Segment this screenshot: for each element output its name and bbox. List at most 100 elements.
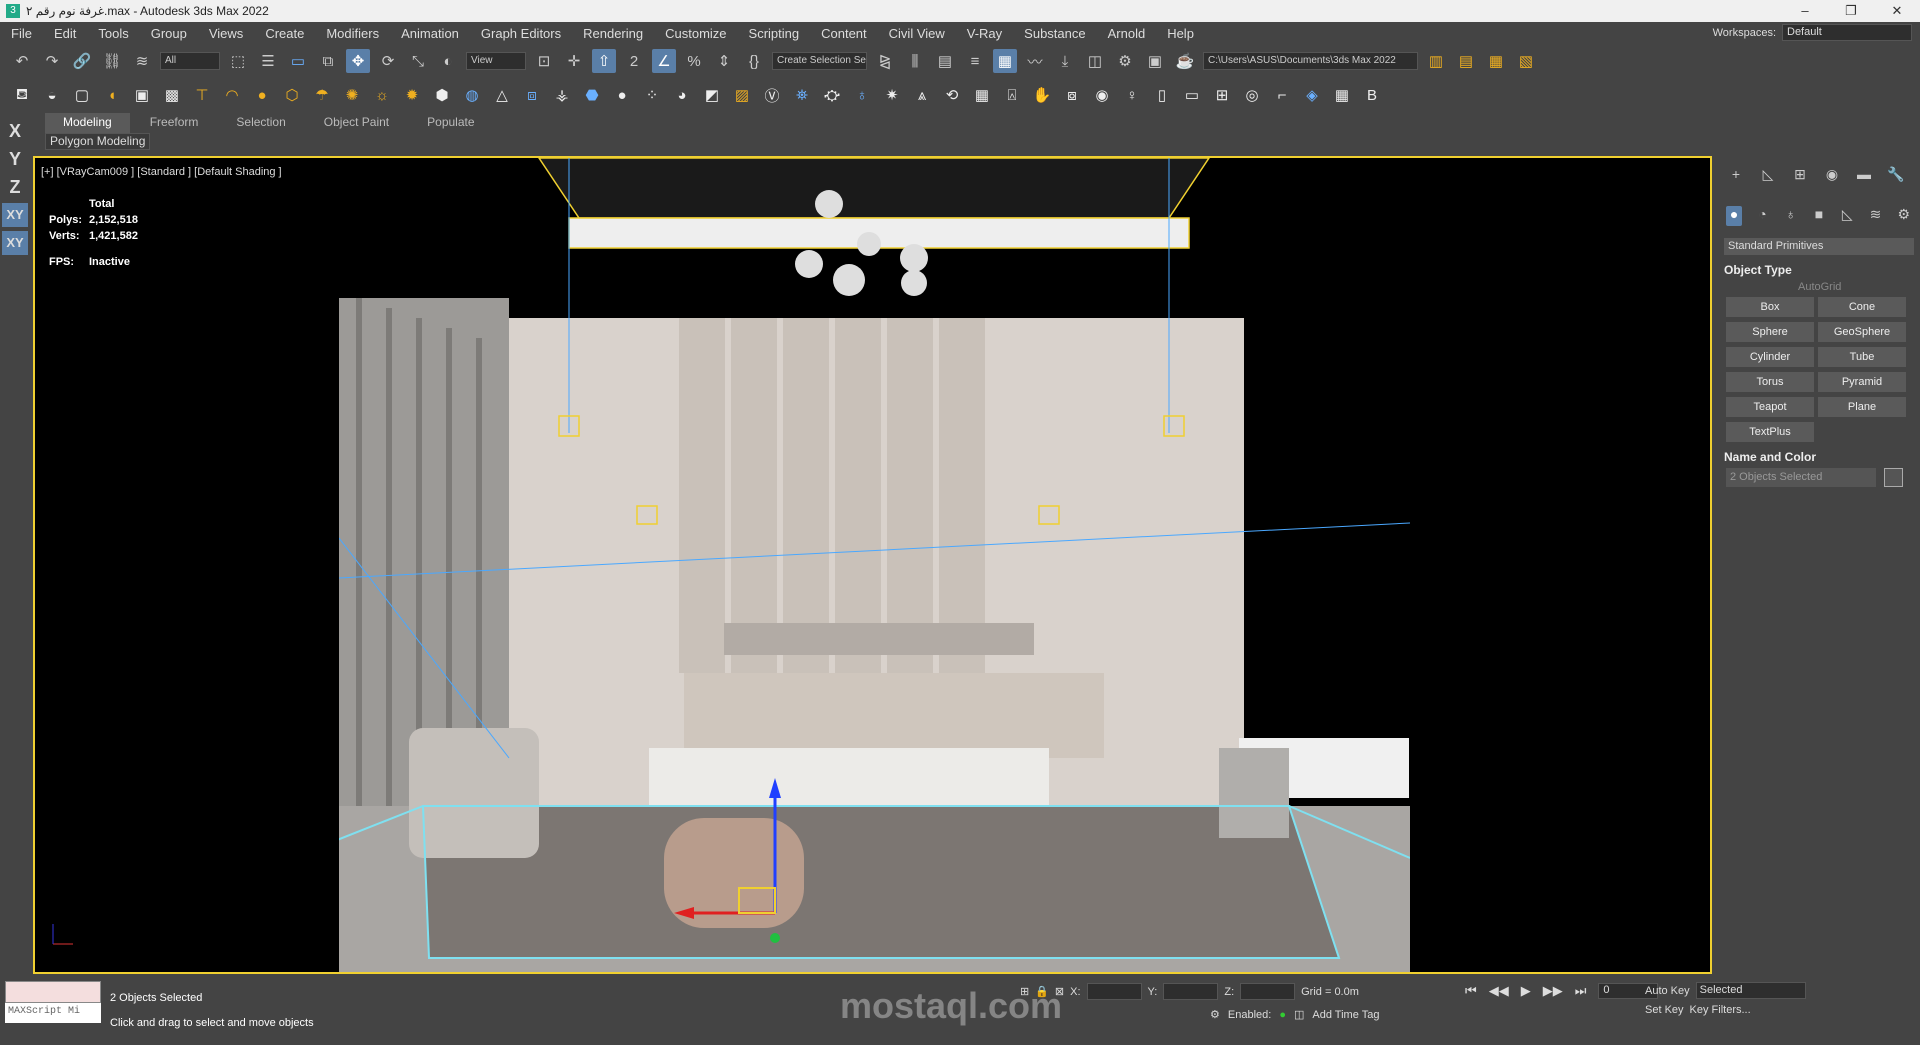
menu-group[interactable]: Group (140, 26, 198, 41)
named-selection-sets[interactable]: Create Selection Se (772, 52, 867, 70)
x-coord-field[interactable] (1086, 983, 1142, 1000)
motion-tab-icon[interactable]: ◉ (1822, 166, 1842, 186)
vray-sphere-icon[interactable]: ◍ (460, 83, 484, 107)
render-icon[interactable]: ☕ (1173, 49, 1197, 73)
key-selection-dropdown[interactable]: Selected (1695, 982, 1806, 999)
vray-eye-icon[interactable]: ◎ (1240, 83, 1264, 107)
play-icon[interactable]: ▶ (1521, 983, 1531, 999)
menu-help[interactable]: Help (1156, 26, 1205, 41)
vray-bulb2-icon[interactable]: ♀ (1120, 83, 1144, 107)
menu-customize[interactable]: Customize (654, 26, 737, 41)
teapot-icon[interactable]: ⛾ (10, 83, 34, 107)
redo-icon[interactable]: ↷ (40, 49, 64, 73)
modify-tab-icon[interactable]: ◺ (1758, 166, 1778, 186)
axis-y-button[interactable]: Y (2, 147, 28, 171)
vfb-icon[interactable]: ▢ (70, 83, 94, 107)
key-filters-button[interactable]: Key Filters... (1690, 1004, 1751, 1016)
workspace-dropdown[interactable]: Default (1782, 24, 1912, 41)
vray-grass-icon[interactable]: ⚶ (550, 83, 574, 107)
vray-hand-icon[interactable]: ✋ (1030, 83, 1054, 107)
menu-substance[interactable]: Substance (1013, 26, 1096, 41)
name-color-header[interactable]: Name and Color (1724, 450, 1914, 464)
vray-plane-icon[interactable]: △ (490, 83, 514, 107)
vray-ies2-icon[interactable]: ⟲ (940, 83, 964, 107)
menu-file[interactable]: File (0, 26, 43, 41)
vray-light-icon[interactable]: ◖ (100, 83, 124, 107)
spinner-snap-icon[interactable]: ⇕ (712, 49, 736, 73)
menu-create[interactable]: Create (254, 26, 315, 41)
tab-populate[interactable]: Populate (409, 113, 492, 133)
vray-anti-icon[interactable]: ⩓ (910, 83, 934, 107)
vray-bevel-icon[interactable]: ⌐ (1270, 83, 1294, 107)
hierarchy-tab-icon[interactable]: ⊞ (1790, 166, 1810, 186)
box-button[interactable]: Box (1726, 297, 1814, 317)
vray-asset-icon[interactable]: ▣ (130, 83, 154, 107)
goto-end-icon[interactable]: ⏭ (1575, 983, 1587, 999)
auto-key-button[interactable]: Auto Key (1645, 985, 1690, 997)
select-move-icon[interactable]: ✥ (346, 49, 370, 73)
material-editor-icon[interactable]: ◫ (1083, 49, 1107, 73)
geometry-icon[interactable]: ● (1726, 206, 1743, 226)
layer-explorer-icon[interactable]: ≡ (963, 49, 987, 73)
menu-edit[interactable]: Edit (43, 26, 87, 41)
vray-render-icon[interactable]: ◒ (40, 83, 64, 107)
vray-sphere-light-icon[interactable]: ● (250, 83, 274, 107)
rect-selection-icon[interactable]: ▭ (286, 49, 310, 73)
adaptive-icon[interactable]: ⚙ (1210, 1008, 1220, 1021)
axis-z-button[interactable]: Z (2, 175, 28, 199)
helpers-icon[interactable]: ◺ (1839, 206, 1855, 226)
lights-icon[interactable]: ♁ (1783, 206, 1799, 226)
menu-arnold[interactable]: Arnold (1097, 26, 1157, 41)
object-color-swatch[interactable] (1884, 468, 1903, 487)
project-open-icon[interactable]: ▤ (1454, 49, 1478, 73)
sphere-button[interactable]: Sphere (1726, 322, 1814, 342)
rendered-frame-icon[interactable]: ▣ (1143, 49, 1167, 73)
vray-decal-icon[interactable]: ⬣ (580, 83, 604, 107)
maxscript-input[interactable]: MAXScript Mi (5, 1003, 101, 1023)
camera-viewport[interactable]: [+] [VRayCam009 ] [Standard ] [Default S… (33, 156, 1712, 974)
textplus-button[interactable]: TextPlus (1726, 422, 1814, 442)
vray-dof-icon[interactable]: ⛮ (820, 83, 844, 107)
autogrid-checkbox[interactable]: AutoGrid (1798, 281, 1914, 293)
vray-proxy-icon[interactable]: ⬢ (430, 83, 454, 107)
edit-named-sel-icon[interactable]: {} (742, 49, 766, 73)
y-coord-field[interactable] (1163, 983, 1219, 1000)
align-icon[interactable]: ⫼ (903, 49, 927, 73)
display-tab-icon[interactable]: ▬ (1854, 166, 1874, 186)
bind-spacewarp-icon[interactable]: ≋ (130, 49, 154, 73)
close-icon[interactable]: ✕ (1874, 0, 1920, 22)
keyboard-shortcut-icon[interactable]: ⇧ (592, 49, 616, 73)
vray-mtl-icon[interactable]: ● (610, 83, 634, 107)
select-rotate-icon[interactable]: ⟳ (376, 49, 400, 73)
vray-lightmix-icon[interactable]: ☼ (370, 83, 394, 107)
viewport-label[interactable]: [+] [VRayCam009 ] [Standard ] [Default S… (41, 166, 282, 178)
geosphere-button[interactable]: GeoSphere (1818, 322, 1906, 342)
polygon-modeling-panel[interactable]: Polygon Modeling (45, 133, 151, 150)
vray-screen-icon[interactable]: ▭ (1180, 83, 1204, 107)
project-folder-icon[interactable]: ▥ (1424, 49, 1448, 73)
object-name-field[interactable]: 2 Objects Selected (1726, 468, 1876, 487)
set-key-button[interactable]: Set Key (1645, 1004, 1684, 1016)
ribbon-toggle-icon[interactable]: ▦ (993, 49, 1017, 73)
render-setup-icon[interactable]: ⚙ (1113, 49, 1137, 73)
vray-multi-mtl-icon[interactable]: ⁘ (640, 83, 664, 107)
vray-snap-icon[interactable]: ⧇ (1060, 83, 1084, 107)
maxscript-listener[interactable]: MAXScript Mi (5, 981, 101, 1023)
axis-xy-cycle-button[interactable]: XY (2, 231, 28, 255)
vray-grid-icon[interactable]: ⊞ (1210, 83, 1234, 107)
menu-scripting[interactable]: Scripting (738, 26, 811, 41)
select-place-icon[interactable]: ◐ (436, 49, 460, 73)
menu-content[interactable]: Content (810, 26, 878, 41)
selection-filter-dropdown[interactable]: All (160, 52, 220, 70)
utilities-tab-icon[interactable]: 🔧 (1886, 166, 1906, 186)
vray-sky-icon[interactable]: ✹ (400, 83, 424, 107)
spacewarps-icon[interactable]: ≋ (1867, 206, 1883, 226)
goto-start-icon[interactable]: ⏮ (1465, 983, 1477, 999)
plane-button[interactable]: Plane (1818, 397, 1906, 417)
vray-color-icon[interactable]: ◉ (1090, 83, 1114, 107)
prev-frame-icon[interactable]: ◀◀ (1489, 983, 1509, 999)
pivot-center-icon[interactable]: ⊡ (532, 49, 556, 73)
vray-bitmap-icon[interactable]: ▨ (730, 83, 754, 107)
cone-button[interactable]: Cone (1818, 297, 1906, 317)
axis-xy-button[interactable]: XY (2, 203, 28, 227)
